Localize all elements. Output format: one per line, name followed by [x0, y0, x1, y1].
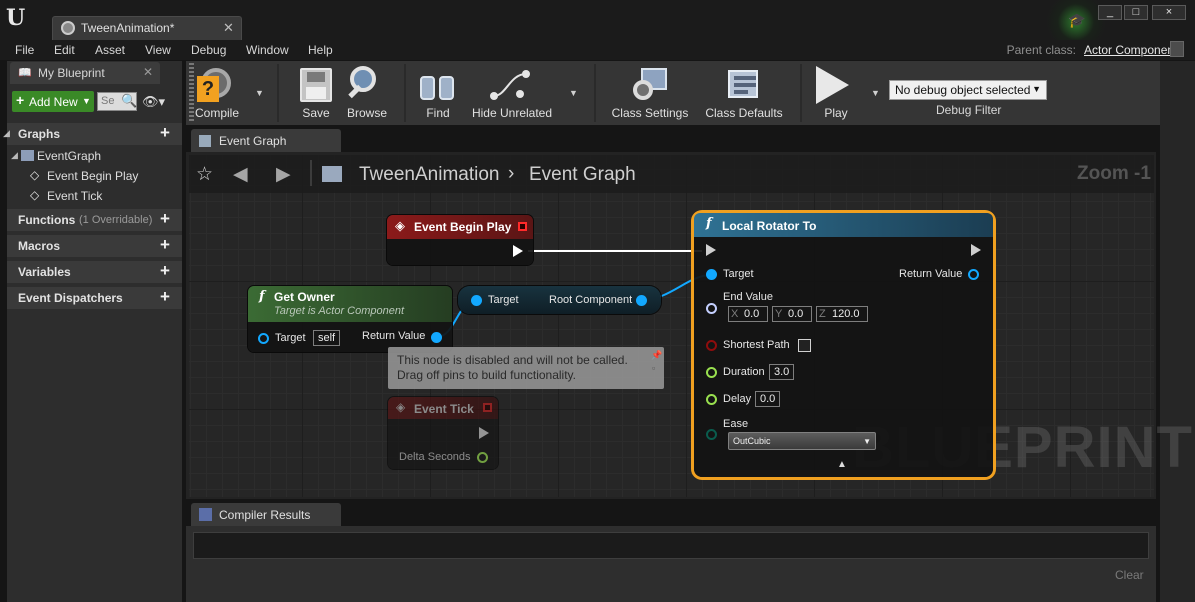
- node-event-begin-play[interactable]: ◈ Event Begin Play: [387, 215, 533, 265]
- compiler-results-icon: [199, 508, 212, 521]
- chevron-down-icon: ▼: [863, 437, 871, 446]
- ease-value: OutCubic: [733, 436, 771, 446]
- return-value-label: Return Value: [899, 268, 963, 280]
- function-icon: f: [706, 216, 712, 231]
- y-axis-label: Y: [775, 308, 783, 320]
- target-self-field[interactable]: self: [313, 330, 341, 346]
- delta-seconds-pin[interactable]: [477, 452, 488, 463]
- disabled-node-tooltip: This node is disabled and will not be ca…: [388, 347, 664, 389]
- exec-out-pin[interactable]: [479, 427, 489, 439]
- node-title: Get Owner: [274, 290, 335, 304]
- end-value-x-field[interactable]: X 0.0: [728, 306, 768, 322]
- exec-out-pin[interactable]: [971, 244, 981, 256]
- node-title: Event Begin Play: [414, 220, 512, 234]
- return-value-pin[interactable]: [431, 332, 442, 343]
- end-value-z-field[interactable]: Z 120.0: [816, 306, 868, 322]
- tooltip-doc-icon: ▫: [652, 363, 656, 373]
- root-component-pin[interactable]: [636, 295, 647, 306]
- event-diamond-icon: ◈: [396, 400, 406, 414]
- return-value-label: Return Value: [362, 330, 426, 342]
- target-pin-label: Target: [488, 294, 519, 306]
- function-icon: f: [259, 289, 265, 304]
- end-value-label: End Value: [723, 291, 773, 303]
- x-axis-label: X: [731, 308, 739, 320]
- pin-icon[interactable]: 📌: [651, 350, 662, 361]
- x-value: 0.0: [744, 308, 760, 320]
- event-diamond-icon: ◈: [395, 218, 405, 233]
- node-title: Event Tick: [414, 402, 474, 416]
- end-value-pin[interactable]: [706, 303, 717, 314]
- y-value: 0.0: [788, 308, 804, 320]
- node-title: Local Rotator To: [722, 219, 817, 233]
- target-pin[interactable]: [258, 333, 269, 344]
- target-pin[interactable]: [471, 295, 482, 306]
- clear-button[interactable]: Clear: [1115, 568, 1144, 582]
- shortest-path-pin[interactable]: [706, 340, 717, 351]
- exec-in-pin[interactable]: [706, 244, 716, 256]
- collapse-advanced-icon[interactable]: ▲: [837, 459, 847, 470]
- compiler-results-tab-label: Compiler Results: [219, 508, 311, 522]
- compiler-log[interactable]: [193, 532, 1149, 559]
- duration-label: Duration: [723, 366, 765, 378]
- duration-field[interactable]: 3.0: [769, 364, 795, 380]
- node-get-root-component[interactable]: Target Root Component: [458, 286, 661, 314]
- ease-pin[interactable]: [706, 429, 717, 440]
- duration-pin[interactable]: [706, 367, 717, 378]
- node-get-owner[interactable]: f Get Owner Target is Actor Component Ta…: [248, 286, 452, 352]
- node-local-rotator-to[interactable]: f Local Rotator To Target Return Value E…: [694, 213, 993, 477]
- delay-field[interactable]: 0.0: [755, 391, 781, 407]
- delegate-pin[interactable]: [518, 222, 527, 231]
- exec-out-pin[interactable]: [513, 245, 523, 257]
- delta-seconds-label: Delta Seconds: [399, 451, 471, 463]
- root-component-label: Root Component: [549, 294, 633, 306]
- delay-pin[interactable]: [706, 394, 717, 405]
- node-event-tick[interactable]: ◈ Event Tick Delta Seconds: [388, 397, 498, 469]
- shortest-path-checkbox[interactable]: [798, 339, 811, 352]
- shortest-path-label: Shortest Path: [723, 339, 790, 351]
- ease-select[interactable]: OutCubic ▼: [728, 432, 876, 450]
- node-subtitle: Target is Actor Component: [274, 305, 405, 317]
- target-pin-label: Target: [275, 332, 306, 344]
- target-pin-label: Target: [723, 268, 754, 280]
- return-value-pin[interactable]: [968, 269, 979, 280]
- end-value-y-field[interactable]: Y 0.0: [772, 306, 812, 322]
- delegate-pin[interactable]: [483, 403, 492, 412]
- tooltip-line-1: This node is disabled and will not be ca…: [397, 353, 628, 367]
- target-pin[interactable]: [706, 269, 717, 280]
- ease-label: Ease: [723, 418, 749, 430]
- z-axis-label: Z: [819, 308, 826, 320]
- delay-label: Delay: [723, 393, 752, 405]
- compiler-results-tab[interactable]: Compiler Results: [191, 503, 341, 527]
- tooltip-line-2: Drag off pins to build functionality.: [397, 368, 576, 382]
- z-value: 120.0: [832, 308, 860, 320]
